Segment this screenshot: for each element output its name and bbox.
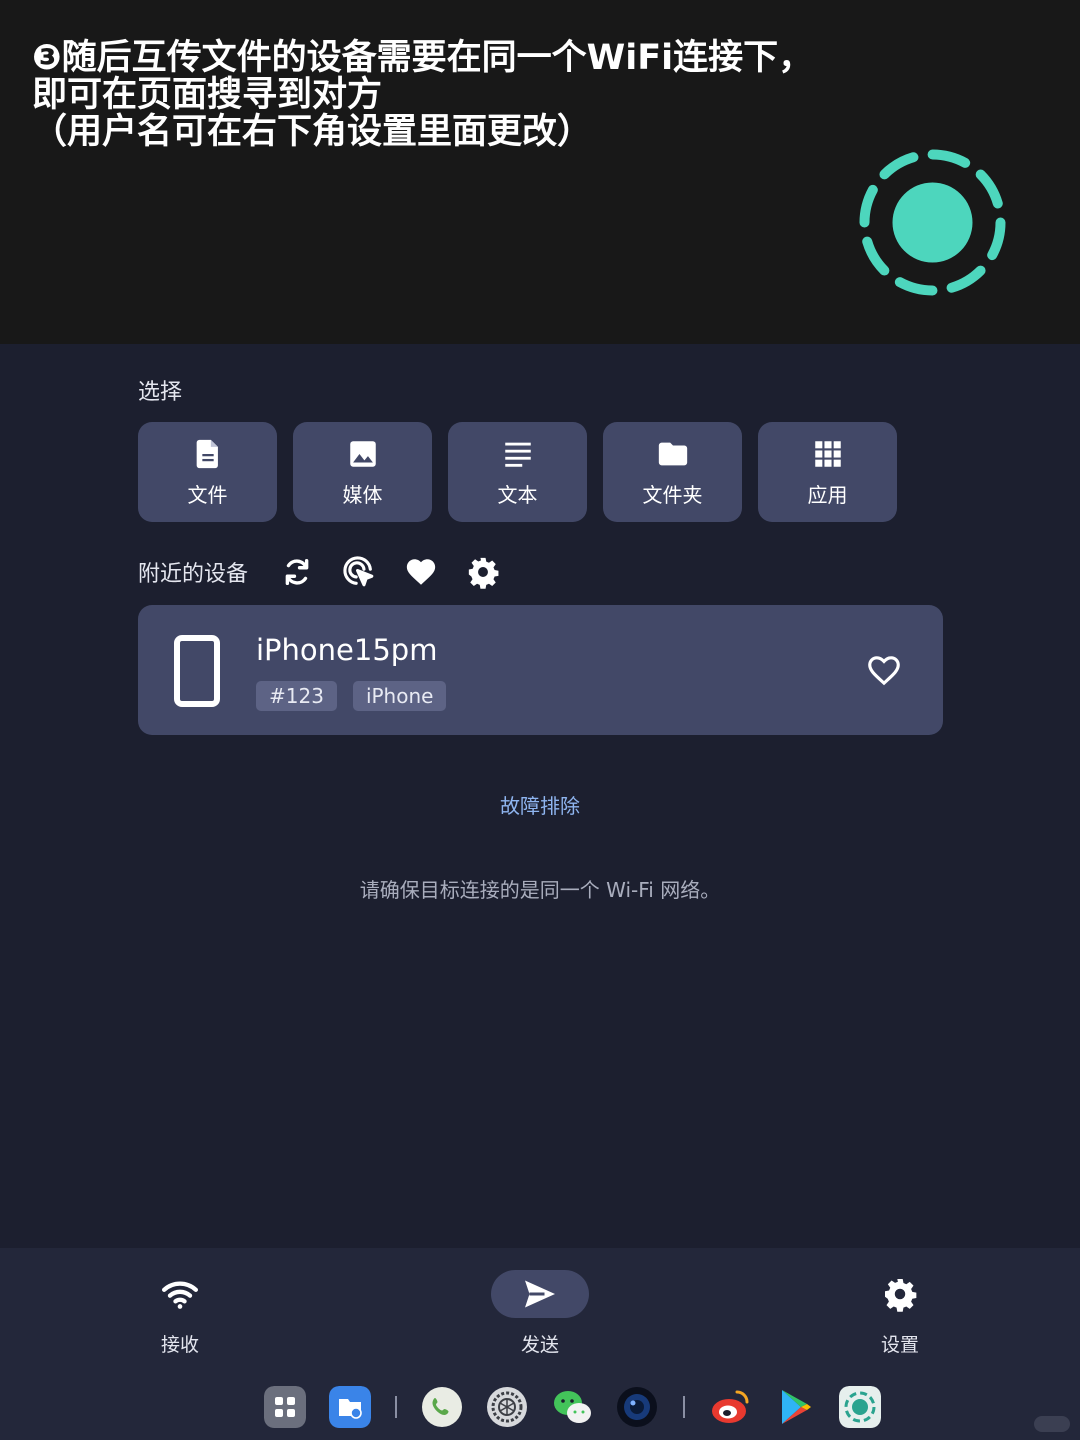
folder-icon: [658, 442, 687, 465]
send-arrow-icon: [525, 1280, 555, 1308]
nearby-section-label: 附近的设备: [138, 562, 249, 587]
settings-gear-icon[interactable]: [466, 555, 500, 589]
scan-target-icon[interactable]: [342, 555, 376, 589]
nav-send-active-pill: [491, 1270, 589, 1318]
app-drawer-icon[interactable]: [264, 1386, 306, 1428]
dock-separator: [683, 1396, 685, 1418]
nav-settings-label: 设置: [880, 1334, 919, 1356]
bottom-navigation: 接收 发送 设置: [0, 1248, 1080, 1372]
device-tag-id: #123: [256, 681, 337, 711]
text-icon: [504, 442, 531, 467]
type-button-text[interactable]: 文本: [448, 422, 587, 522]
settings-icon: [885, 1279, 917, 1312]
phone-call-icon[interactable]: [421, 1386, 463, 1428]
device-name: iPhone15pm: [256, 633, 438, 667]
localsend-logo-icon: [859, 149, 1006, 296]
nav-receive-label: 接收: [160, 1334, 199, 1356]
type-button-apps[interactable]: 应用: [758, 422, 897, 522]
type-button-label: 媒体: [342, 482, 383, 507]
favorite-heart-icon[interactable]: [865, 651, 903, 689]
nav-settings[interactable]: 设置: [840, 1270, 960, 1357]
phone-icon: [174, 635, 220, 707]
refresh-icon[interactable]: [280, 555, 314, 589]
type-button-media[interactable]: 媒体: [293, 422, 432, 522]
type-button-label: 文件: [187, 482, 228, 507]
select-section-label: 选择: [138, 380, 183, 405]
type-button-label: 文件夹: [642, 482, 703, 507]
apps-grid-icon: [814, 440, 841, 467]
wechat-icon[interactable]: [551, 1386, 593, 1428]
caption-line-3: （用户名可在右下角设置里面更改）: [32, 112, 593, 152]
favorites-icon[interactable]: [404, 555, 438, 589]
caption-banner: ❸随后互传文件的设备需要在同一个WiFi连接下， 即可在页面搜寻到对方 （用户名…: [0, 0, 1080, 344]
caption-line-2: 即可在页面搜寻到对方: [32, 75, 383, 115]
troubleshoot-link[interactable]: 故障排除: [0, 790, 1080, 819]
file-icon: [196, 439, 218, 468]
dock-separator: [395, 1396, 397, 1418]
localsend-icon[interactable]: [839, 1386, 881, 1428]
caption-text: ❸随后互传文件的设备需要在同一个WiFi连接下， 即可在页面搜寻到对方 （用户名…: [32, 40, 852, 151]
play-store-icon[interactable]: [774, 1386, 816, 1428]
wifi-hint-text: 请确保目标连接的是同一个 Wi-Fi 网络。: [359, 878, 721, 902]
caption-line-1: ❸随后互传文件的设备需要在同一个WiFi连接下，: [32, 38, 814, 78]
type-button-folder[interactable]: 文件夹: [603, 422, 742, 522]
weibo-icon[interactable]: [709, 1386, 751, 1428]
settings-wheel-icon[interactable]: [486, 1386, 528, 1428]
nearby-devices-header: 附近的设备: [138, 552, 500, 592]
system-dock: [0, 1372, 1080, 1440]
send-type-row: 文件 媒体 文本 文件夹 应用: [138, 422, 897, 522]
image-icon: [349, 440, 376, 467]
device-tags: #123 iPhone: [256, 681, 447, 711]
device-tag-model: iPhone: [352, 681, 447, 711]
nav-send[interactable]: 发送: [480, 1270, 600, 1357]
device-card[interactable]: iPhone15pm #123 iPhone: [138, 605, 943, 735]
type-button-label: 应用: [807, 482, 848, 507]
file-manager-icon[interactable]: [329, 1386, 371, 1428]
camera-icon[interactable]: [616, 1386, 658, 1428]
main-content: 选择 文件 媒体 文本 文件夹 应用 附近的设备 iPhone15pm #123…: [0, 344, 1080, 1248]
nav-send-label: 发送: [520, 1334, 559, 1356]
type-button-label: 文本: [497, 482, 538, 507]
wifi-icon: [162, 1281, 198, 1309]
watermark-badge: [1034, 1416, 1070, 1432]
type-button-file[interactable]: 文件: [138, 422, 277, 522]
nav-receive[interactable]: 接收: [120, 1270, 240, 1357]
